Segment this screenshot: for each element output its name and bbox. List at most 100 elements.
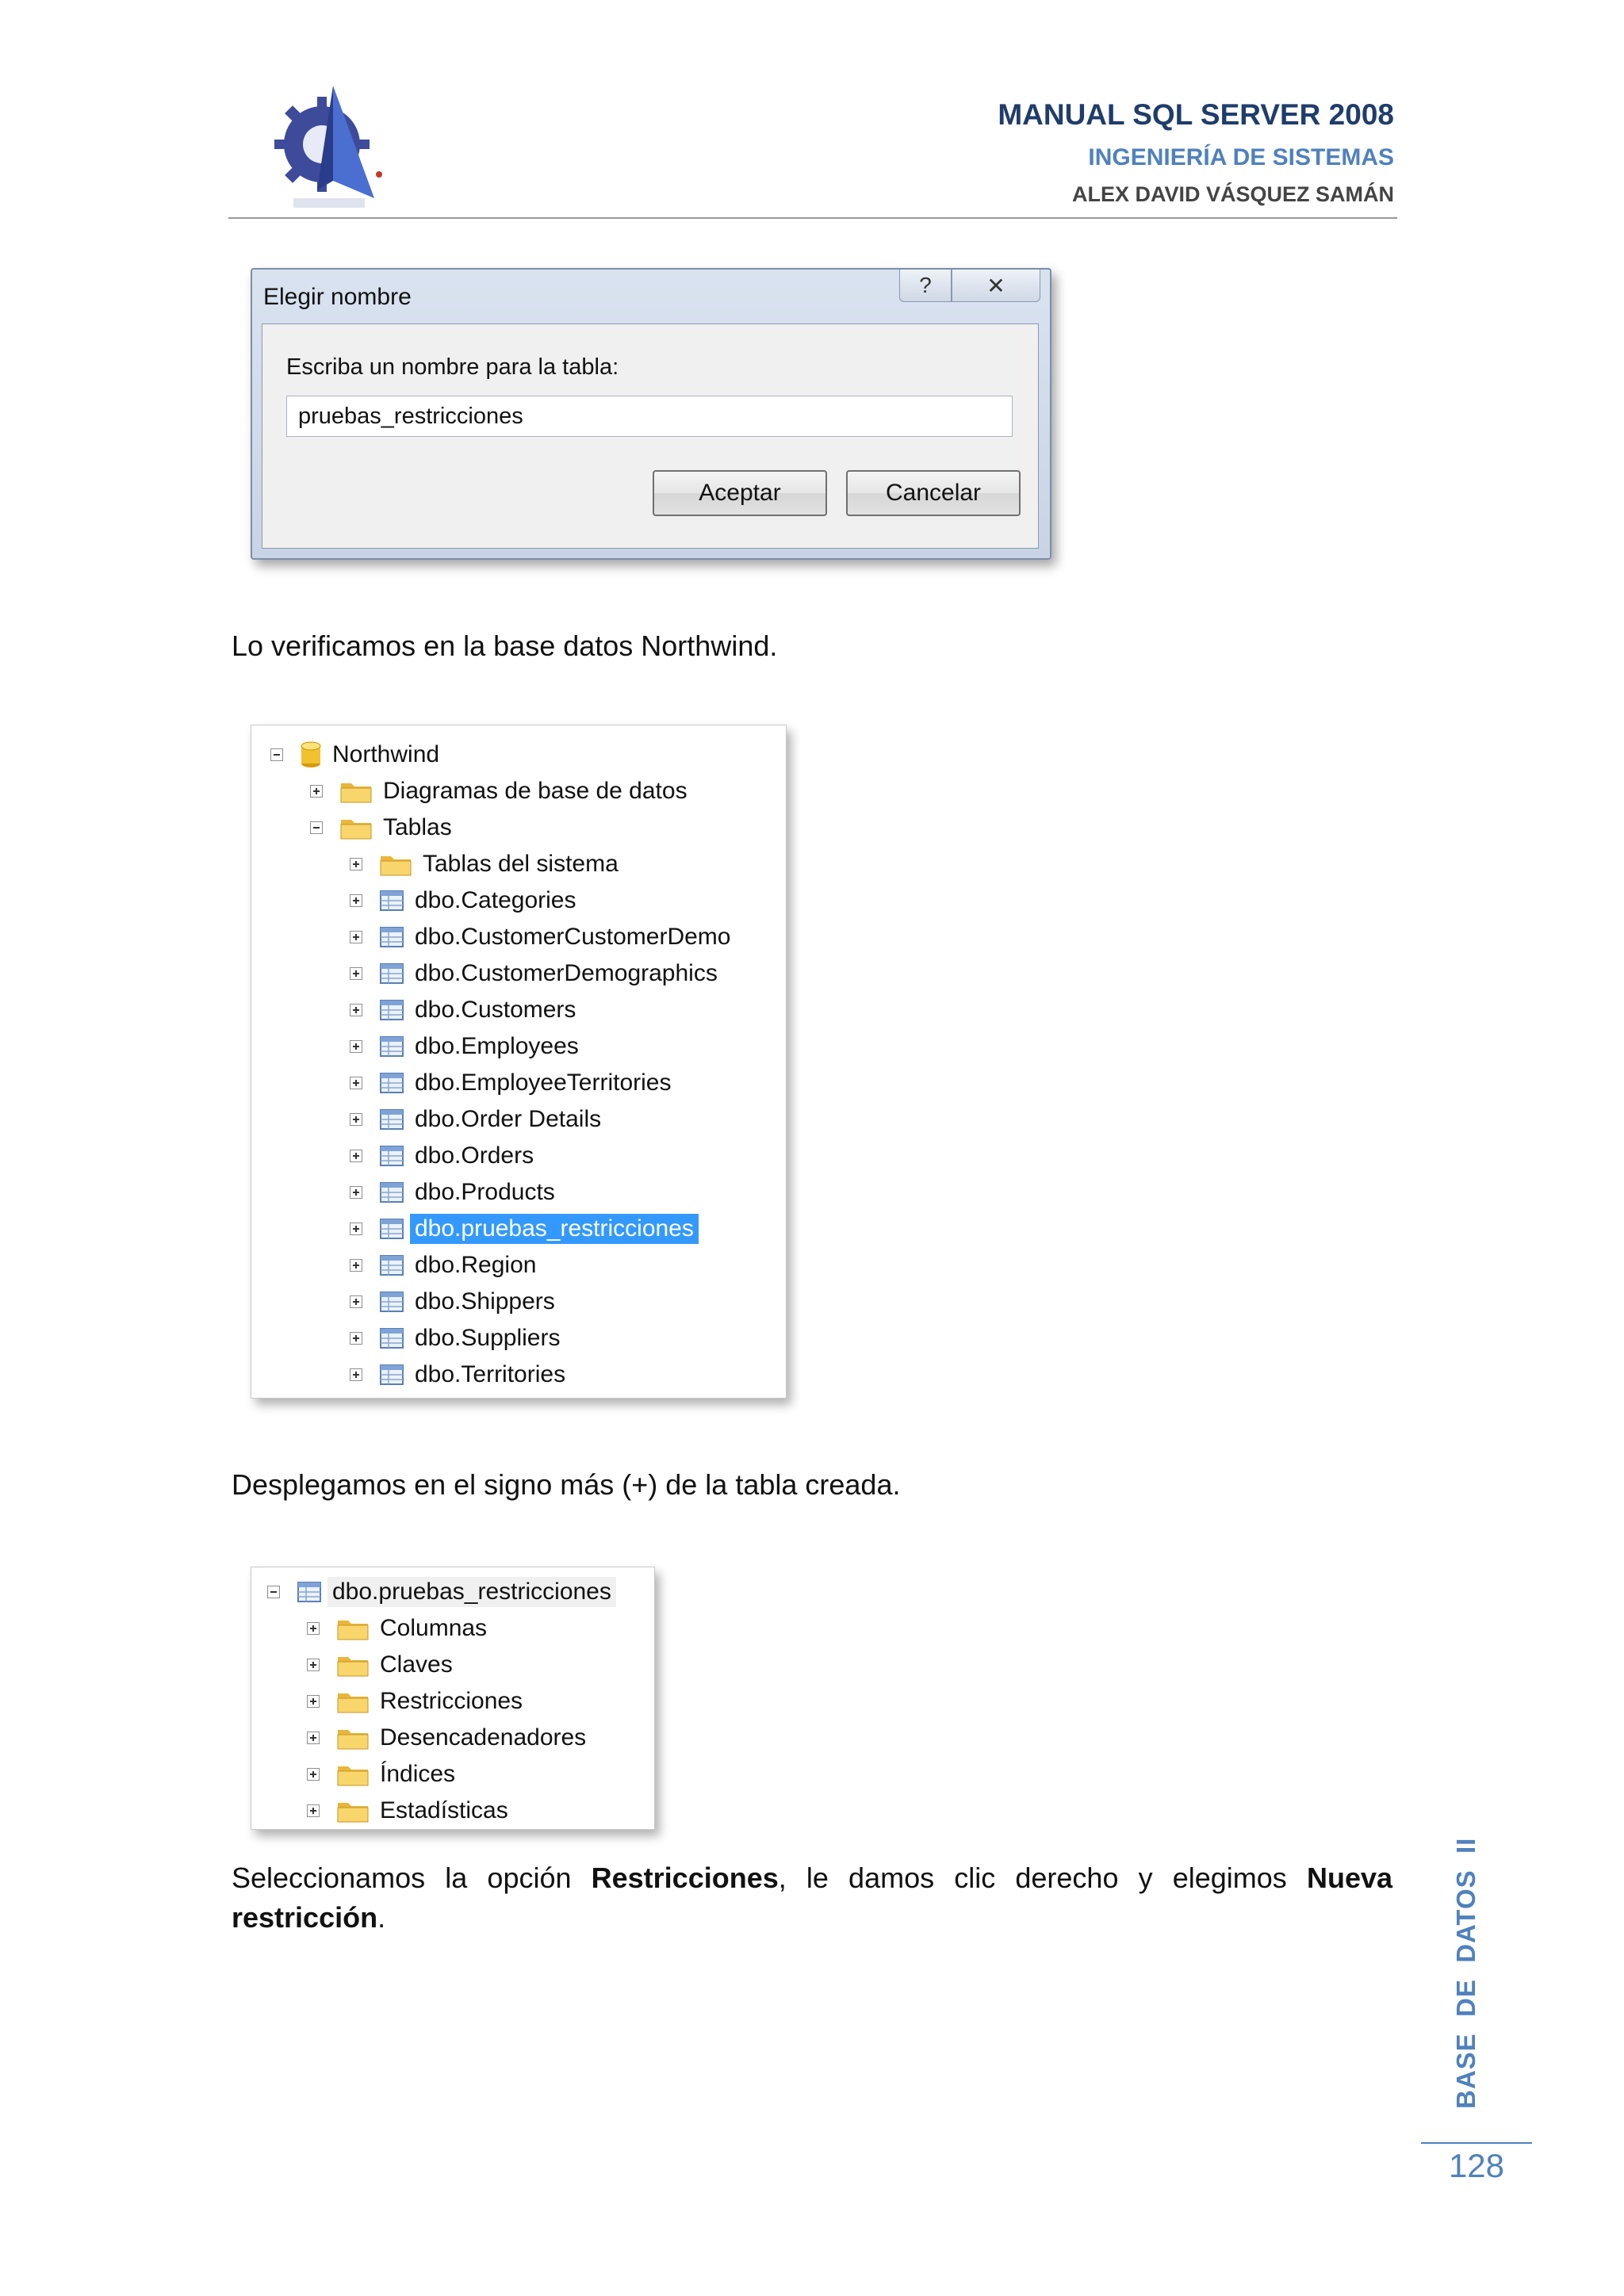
expand-icon[interactable] (350, 1259, 362, 1272)
tree-node-diagramas[interactable]: Diagramas de base de datos (310, 773, 688, 809)
tree-node-table[interactable]: dbo.Region (350, 1247, 536, 1284)
university-logo (274, 86, 382, 208)
expand-icon[interactable] (350, 1223, 362, 1235)
author-name: ALEX DAVID VÁSQUEZ SAMÁN (1071, 182, 1394, 206)
cancel-button[interactable]: Cancelar (846, 470, 1021, 516)
tree-node-table[interactable]: dbo.Order Details (350, 1101, 601, 1138)
tree-label: Tablas del sistema (423, 851, 619, 877)
expand-icon[interactable] (350, 1186, 362, 1199)
tree-node-table[interactable]: dbo.CustomerCustomerDemo (350, 919, 730, 955)
choose-name-dialog: Elegir nombre ? ✕ Escriba un nombre para… (251, 268, 1051, 560)
table-name-input[interactable] (286, 396, 1013, 437)
folder-icon (337, 1693, 369, 1713)
tree-node-folder[interactable]: Restricciones (307, 1683, 523, 1720)
table-subtree: dbo.pruebas_restricciones Columnas Clave… (251, 1567, 655, 1830)
tree-node-table[interactable]: dbo.Shippers (350, 1284, 555, 1320)
paragraph-expand: Desplegamos en el signo más (+) de la ta… (232, 1468, 901, 1501)
dialog-title: Elegir nombre (263, 284, 412, 310)
tree-node-table[interactable]: dbo.Customers (350, 992, 576, 1028)
expand-icon[interactable] (350, 967, 362, 980)
expand-icon[interactable] (350, 1004, 362, 1016)
expand-icon[interactable] (310, 785, 323, 798)
paragraph-text: . (377, 1901, 386, 1934)
expand-icon[interactable] (307, 1732, 320, 1744)
folder-icon (337, 1730, 369, 1750)
footer-divider (1421, 2142, 1532, 2144)
expand-icon[interactable] (350, 894, 362, 907)
paragraph-text: Seleccionamos la opción (232, 1862, 592, 1894)
tree-node-folder[interactable]: Claves (307, 1647, 453, 1683)
expand-icon[interactable] (350, 1040, 362, 1053)
table-name-label: Escriba un nombre para la tabla: (286, 354, 619, 380)
paragraph-verify: Lo verificamos en la base datos Northwin… (232, 629, 778, 662)
tree-node-table[interactable]: dbo.Employees (350, 1028, 579, 1065)
tree-label: Northwind (332, 741, 440, 767)
tree-node-table[interactable]: dbo.CustomerDemographics (350, 955, 718, 992)
tree-node-table[interactable]: dbo.EmployeeTerritories (350, 1065, 671, 1101)
expand-icon[interactable] (350, 1150, 362, 1162)
expand-icon[interactable] (307, 1622, 320, 1635)
collapse-icon[interactable] (267, 1586, 280, 1598)
database-icon (301, 741, 321, 767)
tree-node-table[interactable]: dbo.Orders (350, 1138, 534, 1174)
folder-icon (337, 1657, 369, 1677)
tree-label: Diagramas de base de datos (383, 778, 688, 804)
expand-icon[interactable] (350, 1332, 362, 1345)
expand-icon[interactable] (350, 1113, 362, 1126)
table-icon (297, 1582, 321, 1602)
expand-icon[interactable] (350, 1295, 362, 1308)
object-explorer-tree: Northwind Diagramas de base de datos Tab… (251, 725, 787, 1399)
close-icon[interactable]: ✕ (952, 270, 1040, 302)
tree-node-pruebas[interactable]: dbo.pruebas_restricciones (267, 1574, 616, 1610)
table-icon (380, 927, 404, 947)
tree-label: dbo.Categories (415, 887, 576, 913)
expand-icon[interactable] (307, 1695, 320, 1708)
table-icon (380, 1036, 404, 1057)
expand-icon[interactable] (307, 1804, 320, 1817)
folder-icon (337, 1621, 369, 1640)
help-icon[interactable]: ? (899, 270, 952, 302)
expand-icon[interactable] (350, 858, 362, 871)
tree-label: dbo.Order Details (415, 1106, 602, 1132)
folder-icon (337, 1766, 369, 1786)
tree-label: dbo.Region (415, 1252, 537, 1278)
tree-label: dbo.CustomerDemographics (415, 960, 718, 986)
expand-icon[interactable] (350, 1368, 362, 1381)
expand-icon[interactable] (307, 1659, 320, 1671)
department-subtitle: INGENIERÍA DE SISTEMAS (1088, 144, 1394, 170)
tree-node-table-selected[interactable]: dbo.pruebas_restricciones (350, 1211, 699, 1247)
tree-label: dbo.Suppliers (415, 1325, 561, 1351)
tree-label: dbo.Employees (415, 1033, 579, 1059)
tree-label: dbo.Orders (415, 1142, 534, 1169)
tree-node-table[interactable]: dbo.Products (350, 1174, 555, 1211)
folder-icon (337, 1803, 369, 1823)
tree-node-northwind[interactable]: Northwind (270, 737, 439, 773)
expand-icon[interactable] (350, 931, 362, 943)
collapse-icon[interactable] (310, 821, 323, 834)
tree-node-table[interactable]: dbo.Suppliers (350, 1320, 560, 1357)
table-icon (380, 1073, 404, 1093)
collapse-icon[interactable] (270, 748, 283, 761)
expand-icon[interactable] (307, 1768, 320, 1781)
tree-node-tablas[interactable]: Tablas (310, 809, 452, 846)
tree-node-folder[interactable]: Columnas (307, 1610, 487, 1647)
tree-node-table[interactable]: dbo.Territories (350, 1357, 565, 1393)
tree-label: dbo.Territories (415, 1361, 566, 1387)
paragraph-bold-restricciones: Restricciones (591, 1862, 779, 1894)
tree-node-tablas-sistema[interactable]: Tablas del sistema (350, 846, 619, 882)
tree-label-selected: dbo.pruebas_restricciones (410, 1214, 699, 1244)
tree-label: Estadísticas (380, 1797, 508, 1823)
tree-label: dbo.EmployeeTerritories (415, 1070, 672, 1096)
tree-node-table[interactable]: dbo.Categories (350, 882, 576, 919)
folder-icon (380, 856, 412, 876)
tree-node-folder[interactable]: Desencadenadores (307, 1720, 586, 1756)
table-icon (380, 890, 404, 911)
tree-node-folder[interactable]: Índices (307, 1756, 455, 1793)
tree-label: Tablas (383, 814, 452, 840)
tree-label: Desencadenadores (380, 1724, 587, 1751)
expand-icon[interactable] (350, 1077, 362, 1089)
tree-node-folder[interactable]: Estadísticas (307, 1793, 508, 1829)
tree-label: Índices (380, 1761, 456, 1787)
paragraph-text: , le damos clic derecho y elegimos (778, 1862, 1307, 1894)
ok-button[interactable]: Aceptar (653, 470, 827, 516)
